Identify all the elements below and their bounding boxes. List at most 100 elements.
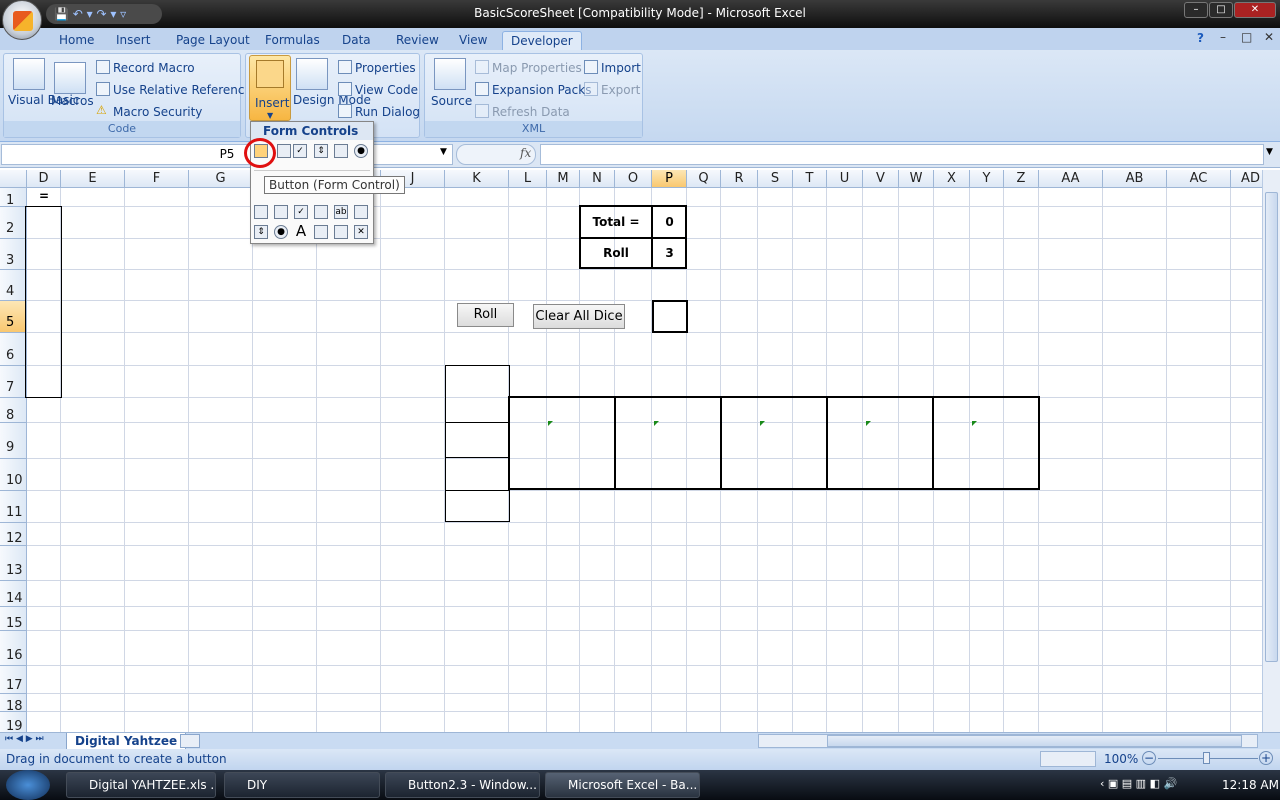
visual-basic-button[interactable]: Visual Basic [8,94,79,107]
column-header-O[interactable]: O [615,170,652,188]
checkbox-icon[interactable]: ✓ [293,144,307,158]
expand-formula-bar-icon[interactable]: ▼ [1266,147,1273,157]
row-header-19[interactable]: 19 [0,712,27,732]
roll-button[interactable]: Roll [457,303,514,327]
column-header-AB[interactable]: AB [1103,170,1167,188]
row-header-5[interactable]: 5 [0,301,27,333]
activex-spin-button-icon[interactable]: ⇕ [254,225,268,239]
column-header-U[interactable]: U [827,170,863,188]
close-button[interactable]: ✕ [1234,2,1276,18]
column-header-L[interactable]: L [509,170,547,188]
workbook-minimize-button[interactable]: – [1220,30,1226,44]
export-button[interactable]: Export [601,83,640,97]
formula-input[interactable] [540,144,1264,165]
row-header-18[interactable]: 18 [0,694,27,714]
vertical-scroll-thumb[interactable] [1265,192,1278,662]
help-icon[interactable]: ? [1197,31,1204,45]
row-header-13[interactable]: 13 [0,546,27,581]
activex-option-icon[interactable]: ● [274,225,288,239]
maximize-button[interactable]: □ [1209,2,1233,18]
zoom-out-button[interactable]: − [1142,751,1156,765]
macros-button[interactable]: Macros [51,94,94,108]
column-header-V[interactable]: V [863,170,899,188]
list-box-icon[interactable] [334,144,348,158]
column-header-M[interactable]: M [547,170,580,188]
column-header-E[interactable]: E [61,170,125,188]
total-value[interactable]: 0 [653,215,686,229]
minimize-button[interactable]: – [1184,2,1208,18]
run-dialog-button[interactable]: Run Dialog [355,105,420,119]
column-header-K[interactable]: K [445,170,509,188]
horizontal-scrollbar[interactable] [758,734,1258,748]
view-buttons[interactable] [1040,751,1096,767]
tab-review[interactable]: Review [388,31,447,50]
label-icon[interactable]: A [294,224,308,239]
command-button-icon[interactable] [254,205,268,219]
cell-d1[interactable]: = [27,189,61,203]
record-macro-button[interactable]: Record Macro [113,61,195,75]
row-header-15[interactable]: 15 [0,607,27,631]
tab-developer[interactable]: Developer [502,31,582,50]
tab-insert[interactable]: Insert [108,31,158,50]
text-box-icon[interactable]: ab [334,205,348,219]
column-header-AC[interactable]: AC [1167,170,1231,188]
quick-access-toolbar[interactable]: 💾 ↶ ▾ ↷ ▾ ▿ [46,4,162,24]
row-header-7[interactable]: 7 [0,366,27,398]
image-icon[interactable] [314,225,328,239]
select-all-corner[interactable] [0,170,27,188]
column-header-S[interactable]: S [758,170,793,188]
die-cell[interactable] [720,396,828,490]
taskbar-item-excel[interactable]: Microsoft Excel - Ba... [545,772,700,798]
row-header-2[interactable]: 2 [0,207,27,239]
system-tray-icons[interactable]: ‹ ▣ ▤ ▥ ◧ 🔊 [1100,777,1177,790]
sheet-tab-digital-yahtzee[interactable]: Digital Yahtzee [66,733,187,750]
die-cell[interactable] [826,396,934,490]
column-header-Q[interactable]: Q [687,170,721,188]
combo-box-icon[interactable] [277,144,291,158]
column-header-AD[interactable]: AD [1231,170,1262,188]
activex-combo-box-icon[interactable] [274,205,288,219]
source-button[interactable]: Source [431,94,472,108]
row-header-4[interactable]: 4 [0,270,27,301]
zoom-slider-thumb[interactable] [1203,752,1210,764]
row-header-10[interactable]: 10 [0,459,27,491]
workbook-restore-button[interactable]: □ [1241,30,1252,44]
option-button-icon[interactable]: ● [354,144,368,158]
import-button[interactable]: Import [601,61,641,75]
active-cell-p5[interactable] [652,300,688,333]
row-header-6[interactable]: 6 [0,333,27,366]
die-cell[interactable] [614,396,722,490]
row-header-8[interactable]: 8 [0,398,27,423]
insert-button[interactable]: Insert ▼ [249,55,291,121]
column-header-T[interactable]: T [793,170,827,188]
column-header-R[interactable]: R [721,170,758,188]
row-header-16[interactable]: 16 [0,631,27,666]
clear-all-dice-button[interactable]: Clear All Dice [533,304,625,329]
column-header-N[interactable]: N [580,170,615,188]
activex-list-box-icon[interactable] [314,205,328,219]
expansion-packs-button[interactable]: Expansion Packs [492,83,591,97]
row-header-9[interactable]: 9 [0,423,27,459]
refresh-data-button[interactable]: Refresh Data [492,105,570,119]
scroll-bar-icon[interactable] [354,205,368,219]
name-box[interactable]: P5 [1,144,453,165]
tab-home[interactable]: Home [51,31,102,50]
sheet-navigation-icons[interactable]: ⏮ ◀ ▶ ⏭ [5,734,44,744]
more-controls-icon[interactable]: ✕ [354,225,368,239]
column-header-Z[interactable]: Z [1004,170,1039,188]
row-header-17[interactable]: 17 [0,666,27,694]
column-header-AA[interactable]: AA [1039,170,1103,188]
row-header-11[interactable]: 11 [0,491,27,523]
tab-page-layout[interactable]: Page Layout [168,31,258,50]
taskbar-item-diy[interactable]: DIY [224,772,380,798]
macro-security-button[interactable]: Macro Security [113,105,202,119]
column-header-X[interactable]: X [934,170,970,188]
zoom-in-button[interactable]: + [1259,751,1273,765]
taskbar-item-button23[interactable]: Button2.3 - Window... [385,772,540,798]
horizontal-scroll-thumb[interactable] [827,735,1242,747]
insert-function-icon[interactable]: fx [520,146,531,160]
start-button[interactable] [6,770,50,800]
row-header-14[interactable]: 14 [0,581,27,607]
tab-formulas[interactable]: Formulas [257,31,328,50]
column-header-D[interactable]: D [27,170,61,188]
